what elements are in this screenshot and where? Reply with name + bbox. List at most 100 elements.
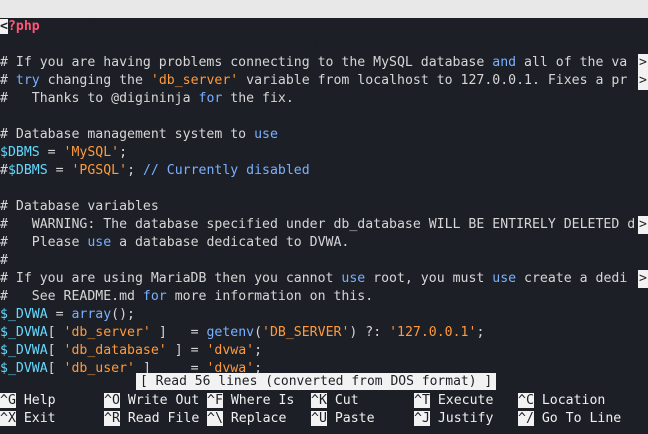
- editor-line[interactable]: [0, 180, 648, 198]
- editor-line[interactable]: # See README.md for more information on …: [0, 288, 648, 306]
- code-token: #: [0, 73, 16, 88]
- shortcut-key: ^J: [414, 411, 430, 426]
- code-token: '127.0.0.1': [389, 325, 477, 340]
- line-overflow-marker: >: [638, 216, 648, 234]
- code-token: $_DVWA: [0, 325, 48, 340]
- code-token: $DBMS: [0, 145, 40, 160]
- editor-line[interactable]: # Thanks to @digininja for the fix.: [0, 90, 648, 108]
- code-token: root, you must: [365, 271, 493, 286]
- code-token: try: [15, 73, 40, 88]
- code-token: <?php: [0, 19, 40, 34]
- editor-line[interactable]: $_DVWA[ 'db_server' ] = getenv('DB_SERVE…: [0, 324, 648, 342]
- code-token: and: [492, 55, 517, 70]
- shortcut-label: Replace: [222, 411, 287, 426]
- code-token: # Thanks to @digininja: [0, 91, 199, 106]
- editor-line[interactable]: #$DBMS = 'PGSQL'; // Currently disabled: [0, 162, 648, 180]
- editor-line[interactable]: #: [0, 252, 648, 270]
- code-token: [: [47, 361, 64, 376]
- shortcut-replace[interactable]: ^\ Replace: [207, 410, 286, 428]
- shortcut-key: ^\: [207, 411, 223, 426]
- shortcut-key: ^O: [104, 393, 120, 408]
- code-token: # Database management system to: [0, 127, 255, 142]
- code-token: ();: [111, 307, 135, 322]
- editor-line[interactable]: # Database variables: [0, 198, 648, 216]
- code-token: use: [87, 235, 112, 250]
- shortcut-key: ^C: [518, 393, 534, 408]
- shortcut-read-file[interactable]: ^R Read File: [104, 410, 199, 428]
- code-token: the fix.: [222, 91, 294, 106]
- code-token: use: [492, 271, 517, 286]
- status-message: [ Read 56 lines (converted from DOS form…: [136, 373, 497, 390]
- code-token: # If you are using MariaDB then you cann…: [0, 271, 342, 286]
- shortcut-key: ^R: [104, 411, 120, 426]
- code-token: 'DB_SERVER': [262, 325, 350, 340]
- code-token: [: [47, 325, 64, 340]
- editor-line[interactable]: <?php: [0, 18, 648, 36]
- code-token: 'PGSQL': [71, 163, 128, 178]
- editor-line[interactable]: # If you are having problems connecting …: [0, 54, 648, 72]
- code-token: 'db_user': [63, 361, 135, 376]
- code-token: for: [142, 289, 167, 304]
- editor-line[interactable]: $_DVWA = array();: [0, 306, 648, 324]
- shortcut-label: Exit: [15, 411, 56, 426]
- line-overflow-marker: >: [638, 72, 648, 90]
- shortcut-key: ^G: [0, 393, 16, 408]
- code-token: variable from localhost to 127.0.0.1. Fi…: [238, 73, 628, 88]
- code-token: a database dedicated to DVWA.: [111, 235, 350, 250]
- shortcut-key: ^T: [414, 393, 430, 408]
- shortcut-label: Paste: [326, 411, 375, 426]
- shortcut-label: Help: [15, 393, 56, 408]
- code-token: use: [254, 127, 278, 142]
- code-token: for: [198, 91, 223, 106]
- code-token: 'db_server': [150, 73, 239, 88]
- shortcut-exit[interactable]: ^X Exit: [0, 410, 56, 428]
- shortcut-paste[interactable]: ^U Paste: [311, 410, 375, 428]
- shortcut-write-out[interactable]: ^O Write Out: [104, 392, 199, 410]
- code-token: ;: [476, 325, 485, 340]
- shortcut-key: ^X: [0, 411, 16, 426]
- shortcut-help[interactable]: ^G Help: [0, 392, 56, 410]
- shortcut-label: Read File: [119, 411, 200, 426]
- code-token: [: [47, 343, 64, 358]
- shortcut-where-is[interactable]: ^F Where Is: [207, 392, 294, 410]
- shortcut-key: ^U: [311, 411, 327, 426]
- editor-line[interactable]: # Please use a database dedicated to DVW…: [0, 234, 648, 252]
- shortcut-label: Cut: [326, 393, 359, 408]
- editor-line[interactable]: # WARNING: The database specified under …: [0, 216, 648, 234]
- shortcut-justify[interactable]: ^J Justify: [414, 410, 493, 428]
- shortcut-key: ^F: [207, 393, 223, 408]
- shortcut-go-to-line[interactable]: ^/ Go To Line: [518, 410, 621, 428]
- code-token: getenv: [206, 325, 255, 340]
- code-token: ;: [254, 343, 263, 358]
- shortcut-key: ^K: [311, 393, 327, 408]
- shortcut-cut[interactable]: ^K Cut: [311, 392, 359, 410]
- editor-line[interactable]: # Database management system to use: [0, 126, 648, 144]
- editor-line[interactable]: # try changing the 'db_server' variable …: [0, 72, 648, 90]
- code-token: ?php: [7, 19, 40, 34]
- shortcut-label: Justify: [429, 411, 494, 426]
- shortcut-execute[interactable]: ^T Execute: [414, 392, 493, 410]
- code-token: #: [0, 253, 8, 268]
- shortcut-label: Execute: [429, 393, 494, 408]
- code-token: $_DVWA: [0, 361, 48, 376]
- code-token: all of the va: [516, 55, 628, 70]
- code-token: 'MySQL': [63, 145, 120, 160]
- shortcut-label: Location: [533, 393, 606, 408]
- line-overflow-marker: >: [638, 270, 648, 288]
- editor-line[interactable]: [0, 36, 648, 54]
- editor-line[interactable]: [0, 108, 648, 126]
- code-token: ) ?:: [349, 325, 390, 340]
- code-token: 'db_server': [63, 325, 151, 340]
- code-token: array: [71, 307, 112, 322]
- code-token: $DBMS: [7, 163, 48, 178]
- code-token: $_DVWA: [0, 307, 48, 322]
- code-token: # Please: [0, 235, 88, 250]
- editor-line[interactable]: $DBMS = 'MySQL';: [0, 144, 648, 162]
- shortcut-key: ^/: [518, 411, 534, 426]
- editor-line[interactable]: # If you are using MariaDB then you cann…: [0, 270, 648, 288]
- editor-line[interactable]: $_DVWA[ 'db_database' ] = 'dvwa';: [0, 342, 648, 360]
- shortcut-location[interactable]: ^C Location: [518, 392, 605, 410]
- code-token: ] =: [150, 325, 207, 340]
- code-token: ] =: [166, 343, 207, 358]
- code-token: # WARNING: The database specified under …: [0, 217, 636, 232]
